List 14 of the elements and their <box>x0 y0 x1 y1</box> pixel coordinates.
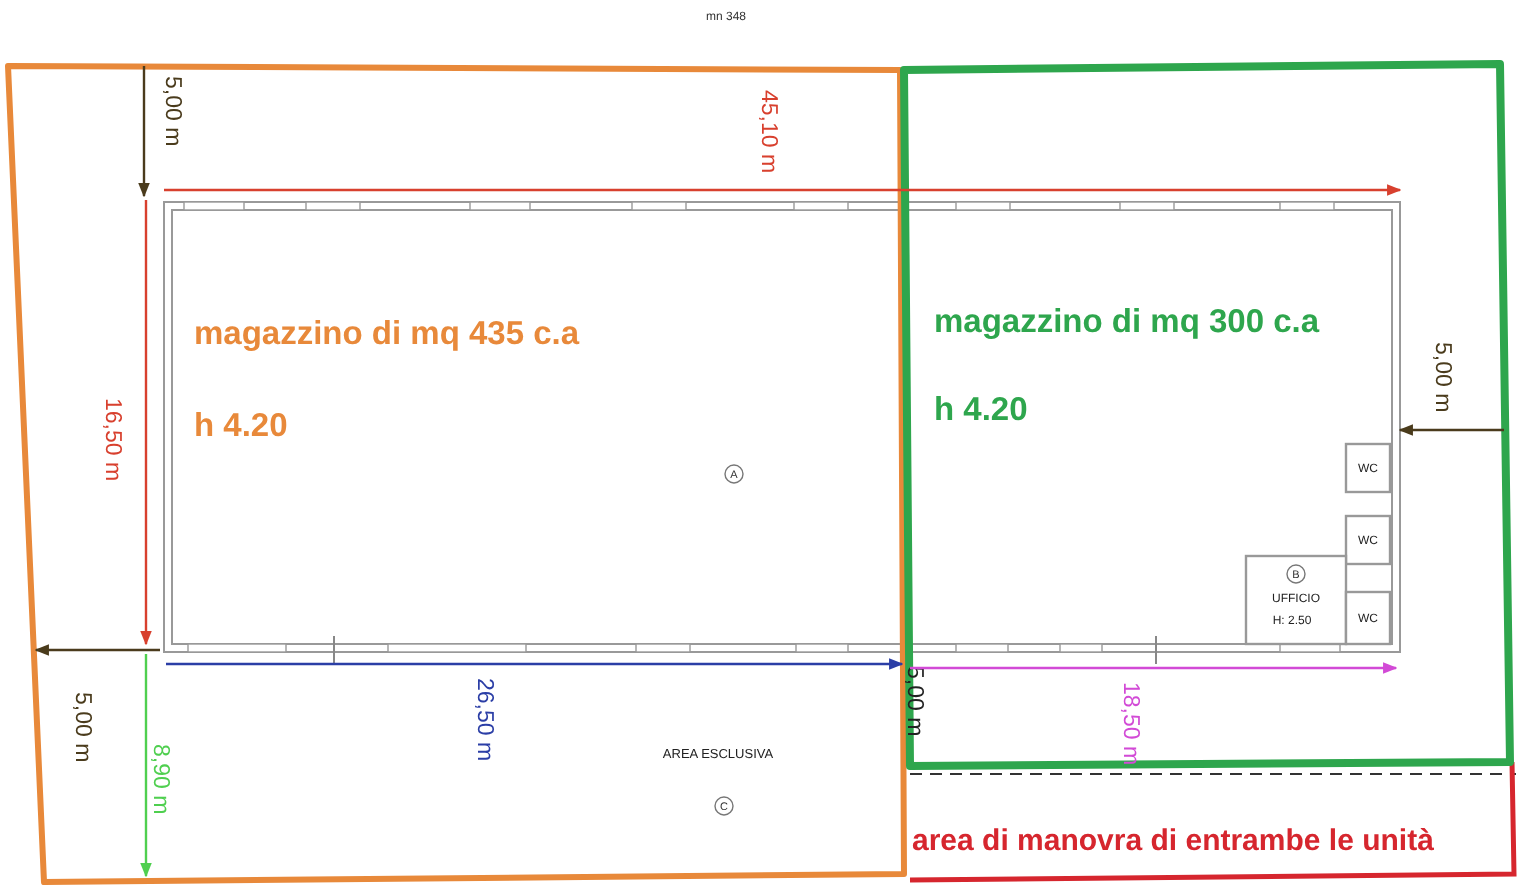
unit-area-label: magazzino di mq 435 c.a <box>194 316 580 352</box>
dimension-label: 8,90 m <box>148 744 172 815</box>
dimension-label: 18,50 m <box>1118 682 1142 766</box>
dimension-label: 5,00 m <box>160 76 184 147</box>
dimension-label: 5,00 m <box>70 692 94 763</box>
unit-height-label: h 4.20 <box>194 408 288 444</box>
dimension-arrow <box>1398 424 1504 436</box>
area-label: area di manovra di entrambe le unità <box>912 824 1434 858</box>
dimension-label: 45,10 m <box>756 90 780 174</box>
unit-height-label: h 4.20 <box>934 392 1028 428</box>
dimension-label: 16,50 m <box>100 398 124 482</box>
unit-area-label: magazzino di mq 300 c.a <box>934 304 1320 340</box>
dimension-label: 26,50 m <box>472 678 496 762</box>
dimension-label: 5,00 m <box>1430 342 1454 413</box>
